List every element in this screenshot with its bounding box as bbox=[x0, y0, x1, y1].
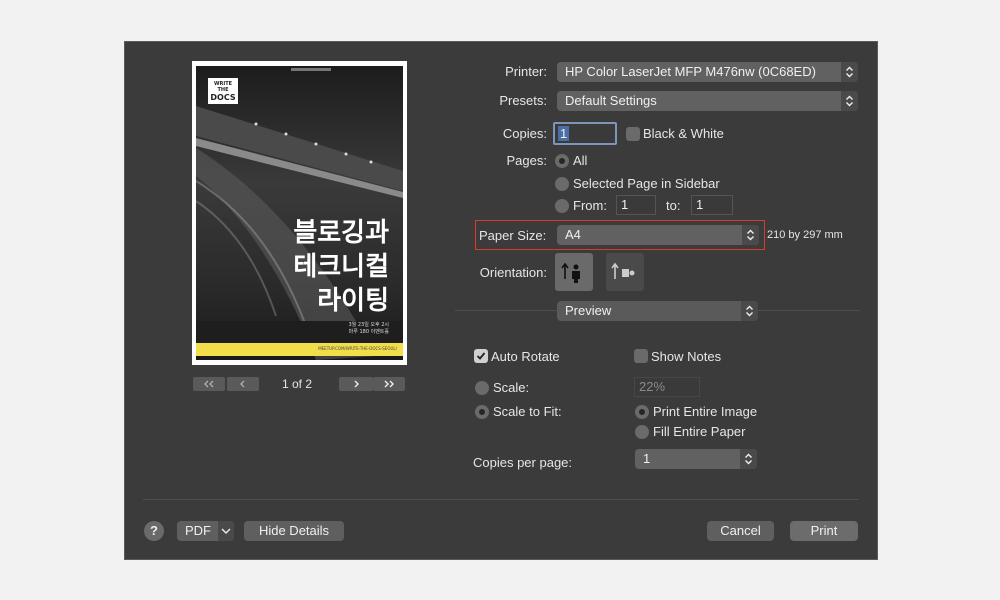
hide-details-button[interactable]: Hide Details bbox=[244, 521, 344, 541]
paper-size-dimensions: 210 by 297 mm bbox=[767, 229, 843, 241]
pages-all-radio[interactable] bbox=[555, 154, 569, 168]
show-notes-label: Show Notes bbox=[651, 349, 722, 364]
fill-entire-paper-radio[interactable] bbox=[635, 425, 649, 439]
cancel-button[interactable]: Cancel bbox=[707, 521, 774, 541]
next-page-button[interactable] bbox=[339, 377, 373, 391]
printer-label: Printer: bbox=[505, 64, 547, 79]
chevron-right-icon bbox=[354, 380, 359, 388]
page-indicator: 1 of 2 bbox=[282, 377, 313, 391]
previous-page-button[interactable] bbox=[227, 377, 259, 391]
print-entire-image-label: Print Entire Image bbox=[653, 404, 758, 419]
show-notes-checkbox[interactable] bbox=[634, 349, 648, 363]
checkmark-icon bbox=[476, 352, 486, 360]
auto-rotate-checkbox[interactable] bbox=[474, 349, 488, 363]
up-down-arrows-icon bbox=[740, 449, 757, 469]
first-page-button[interactable] bbox=[193, 377, 225, 391]
scale-label: Scale: bbox=[493, 380, 530, 395]
to-label: to: bbox=[666, 198, 681, 213]
scale-radio[interactable] bbox=[475, 381, 489, 395]
pages-all-label: All bbox=[573, 153, 588, 168]
portrait-person-icon bbox=[561, 262, 580, 283]
double-chevron-right-icon bbox=[384, 380, 394, 388]
paper-size-select[interactable]: A4 bbox=[557, 225, 759, 245]
pages-selected-radio[interactable] bbox=[555, 177, 569, 191]
preview-date: 3월 23일 오후 2시 마루 180 이벤트홀 bbox=[348, 322, 390, 335]
black-white-label: Black & White bbox=[643, 126, 724, 141]
copies-label: Copies: bbox=[502, 126, 547, 141]
portrait-orientation-button[interactable] bbox=[555, 253, 593, 291]
pages-label: Pages: bbox=[506, 153, 547, 168]
chevron-left-icon bbox=[240, 380, 245, 388]
preview-title: 블로깅과 테크니컬 라이팅 bbox=[293, 218, 389, 316]
up-down-arrows-icon bbox=[741, 301, 758, 321]
presets-label: Presets: bbox=[499, 93, 547, 108]
copies-per-page-select[interactable]: 1 bbox=[635, 449, 757, 469]
auto-rotate-label: Auto Rotate bbox=[491, 349, 560, 364]
scale-input[interactable]: 22% bbox=[634, 377, 700, 397]
last-page-button[interactable] bbox=[373, 377, 405, 391]
help-icon: ? bbox=[150, 523, 158, 538]
fill-entire-paper-label: Fill Entire Paper bbox=[653, 424, 746, 439]
preview-logo: WRITE THE DOCS bbox=[208, 78, 238, 104]
section-select[interactable]: Preview bbox=[557, 301, 758, 321]
black-white-checkbox[interactable] bbox=[626, 127, 640, 141]
copies-input[interactable]: 1 bbox=[553, 122, 617, 145]
pages-selected-label: Selected Page in Sidebar bbox=[573, 176, 720, 191]
up-down-arrows-icon bbox=[742, 225, 759, 245]
print-entire-image-radio[interactable] bbox=[635, 405, 649, 419]
printer-select[interactable]: HP Color LaserJet MFP M476nw (0C68ED) bbox=[557, 62, 858, 82]
scale-to-fit-radio[interactable] bbox=[475, 405, 489, 419]
chevron-down-icon bbox=[218, 521, 234, 541]
landscape-orientation-button[interactable] bbox=[606, 253, 644, 291]
up-down-arrows-icon bbox=[841, 62, 858, 82]
preview-footer-bar: MEETUP.COM/WRITE-THE-DOCS-SEOUL/ bbox=[196, 343, 403, 356]
landscape-person-icon bbox=[611, 262, 635, 279]
pages-from-radio[interactable] bbox=[555, 199, 569, 213]
copies-per-page-label: Copies per page: bbox=[473, 455, 573, 470]
to-input[interactable]: 1 bbox=[691, 195, 733, 215]
help-button[interactable]: ? bbox=[144, 521, 164, 541]
orientation-label: Orientation: bbox=[479, 265, 547, 280]
from-label: From: bbox=[573, 198, 607, 213]
page-preview: WRITE THE DOCS 블로깅과 테크니컬 라이팅 3월 23일 오후 2… bbox=[192, 61, 407, 365]
presets-select[interactable]: Default Settings bbox=[557, 91, 858, 111]
preview-poster: WRITE THE DOCS 블로깅과 테크니컬 라이팅 3월 23일 오후 2… bbox=[196, 66, 403, 360]
footer-separator bbox=[143, 499, 859, 500]
pdf-menu-button[interactable]: PDF bbox=[177, 521, 234, 541]
scale-to-fit-label: Scale to Fit: bbox=[493, 404, 562, 419]
up-down-arrows-icon bbox=[841, 91, 858, 111]
print-dialog: WRITE THE DOCS 블로깅과 테크니컬 라이팅 3월 23일 오후 2… bbox=[124, 41, 878, 560]
from-input[interactable]: 1 bbox=[616, 195, 656, 215]
double-chevron-left-icon bbox=[204, 380, 214, 388]
print-button[interactable]: Print bbox=[790, 521, 858, 541]
paper-size-label: Paper Size: bbox=[479, 228, 547, 243]
